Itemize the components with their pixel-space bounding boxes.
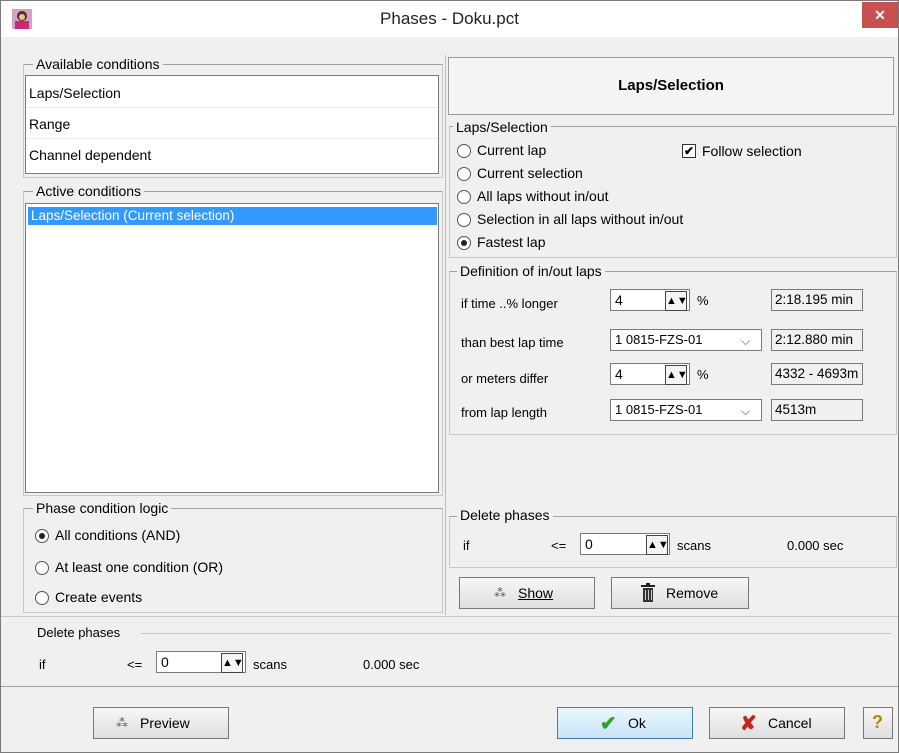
current-selection-radio[interactable] (457, 167, 471, 181)
chevron-down-icon[interactable]: ⌵ (741, 404, 750, 419)
inout-laps-label: Definition of in/out laps (457, 263, 605, 279)
x-mark-icon: ✘ (740, 713, 757, 735)
list-item[interactable]: Laps/Selection (26, 78, 438, 108)
right-delete-if-label: if (463, 538, 470, 553)
preview-icon: ⁂ (116, 716, 128, 730)
cancel-button[interactable]: ✘ Cancel (709, 707, 845, 739)
bottom-delete-time-label: 0.000 sec (363, 657, 420, 672)
title-bar: Phases - Doku.pct ✕ (1, 1, 898, 37)
separator (141, 633, 891, 634)
available-conditions-list[interactable]: Laps/Selection Range Channel dependent (25, 75, 439, 174)
spin-updown-icon[interactable]: ▲▼ (665, 291, 688, 311)
logic-or-radio[interactable] (35, 561, 49, 575)
logic-or-label[interactable]: At least one condition (OR) (55, 559, 223, 575)
selection-all-laps-label[interactable]: Selection in all laps without in/out (477, 211, 683, 227)
cancel-label: Cancel (768, 715, 812, 731)
follow-selection-label[interactable]: Follow selection (702, 143, 802, 159)
right-delete-op-label: <= (551, 538, 567, 553)
available-conditions-label: Available conditions (33, 56, 163, 72)
best-lap-select[interactable]: 1 0815-FZS-01 (610, 329, 762, 351)
laps-selection-label: Laps/Selection (453, 119, 551, 135)
bottom-delete-op-label: <= (127, 657, 143, 672)
best-lap-label: than best lap time (461, 335, 564, 350)
spin-updown-icon[interactable]: ▲▼ (221, 653, 244, 673)
logic-and-label[interactable]: All conditions (AND) (55, 527, 180, 543)
list-item-selected[interactable]: Laps/Selection (Current selection) (28, 207, 437, 225)
fastest-lap-radio[interactable] (457, 236, 471, 250)
fastest-lap-label[interactable]: Fastest lap (477, 234, 545, 250)
current-lap-radio[interactable] (457, 144, 471, 158)
right-delete-unit-label: scans (677, 538, 711, 553)
lap-length-label: from lap length (461, 405, 547, 420)
help-icon: ? (872, 712, 883, 732)
preview-label: Preview (140, 715, 190, 731)
checkmark-icon: ✔ (600, 713, 617, 735)
separator (1, 616, 898, 617)
preview-button[interactable]: ⁂ Preview (93, 707, 229, 739)
current-lap-label[interactable]: Current lap (477, 142, 546, 158)
list-item[interactable]: Channel dependent (26, 140, 438, 170)
time-longer-readout: 2:18.195 min (771, 289, 863, 311)
follow-selection-checkbox[interactable]: ✔ (682, 144, 696, 158)
chevron-down-icon[interactable]: ⌵ (741, 334, 750, 349)
spin-updown-icon[interactable]: ▲▼ (646, 535, 669, 555)
meters-differ-unit: % (697, 367, 709, 382)
help-button[interactable]: ? (863, 707, 893, 739)
trash-icon (640, 583, 656, 606)
right-delete-phases-label: Delete phases (457, 507, 553, 523)
right-delete-time-label: 0.000 sec (787, 538, 844, 553)
spin-updown-icon[interactable]: ▲▼ (665, 365, 688, 385)
time-longer-unit: % (697, 293, 709, 308)
ok-label: Ok (628, 715, 646, 731)
list-item[interactable]: Range (26, 109, 438, 139)
phases-dialog: Phases - Doku.pct ✕ Available conditions… (0, 0, 899, 753)
current-selection-label[interactable]: Current selection (477, 165, 583, 181)
bottom-delete-unit-label: scans (253, 657, 287, 672)
show-button[interactable]: ⁂ Show (459, 577, 595, 609)
remove-button[interactable]: Remove (611, 577, 749, 609)
footer-separator (1, 686, 898, 687)
window-title: Phases - Doku.pct (380, 9, 519, 28)
logic-events-label[interactable]: Create events (55, 589, 142, 605)
logic-events-radio[interactable] (35, 591, 49, 605)
meters-differ-readout: 4332 - 4693m (771, 363, 863, 385)
selection-all-laps-radio[interactable] (457, 213, 471, 227)
remove-label: Remove (666, 585, 719, 601)
panel-header: Laps/Selection (448, 57, 894, 115)
lap-length-select[interactable]: 1 0815-FZS-01 (610, 399, 762, 421)
all-laps-label[interactable]: All laps without in/out (477, 188, 609, 204)
active-conditions-list[interactable]: Laps/Selection (Current selection) (25, 203, 439, 493)
bottom-delete-if-label: if (39, 657, 46, 672)
all-laps-radio[interactable] (457, 190, 471, 204)
time-longer-label: if time ..% longer (461, 296, 558, 311)
show-label: Show (518, 585, 554, 601)
ok-button[interactable]: ✔ Ok (557, 707, 693, 739)
lap-length-readout: 4513m (771, 399, 863, 421)
meters-differ-label: or meters differ (461, 371, 549, 386)
logic-and-radio[interactable] (35, 529, 49, 543)
close-button[interactable]: ✕ (862, 2, 898, 28)
bottom-delete-phases-label: Delete phases (37, 625, 121, 640)
active-conditions-label: Active conditions (33, 183, 145, 199)
close-icon: ✕ (874, 7, 886, 23)
show-icon: ⁂ (494, 586, 506, 600)
best-lap-readout: 2:12.880 min (771, 329, 863, 351)
phase-logic-label: Phase condition logic (33, 500, 172, 516)
